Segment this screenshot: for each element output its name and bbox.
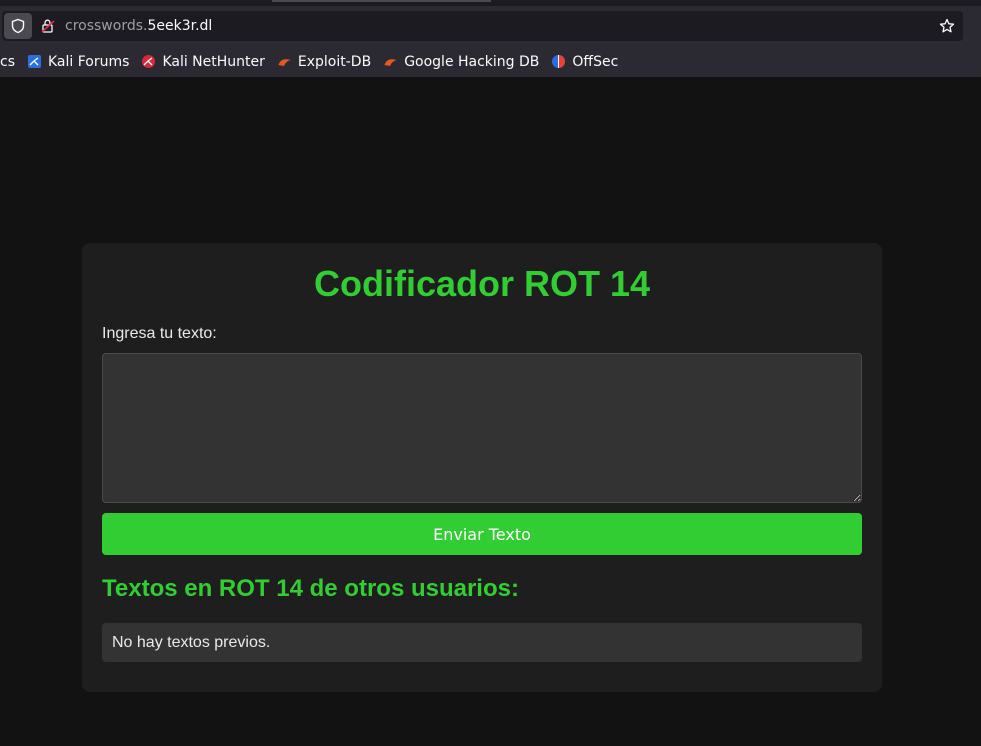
- bookmark-cs[interactable]: cs: [0, 54, 15, 70]
- bookmark-label: Kali NetHunter: [162, 53, 265, 70]
- url-domain: 5eek3r.dl: [147, 18, 213, 34]
- kali-nethunter-icon: [141, 54, 156, 69]
- url-text[interactable]: crosswords.5eek3r.dl: [65, 18, 212, 34]
- bookmark-star-icon[interactable]: [937, 16, 957, 36]
- bookmark-exploit-db[interactable]: Exploit-DB: [277, 54, 371, 70]
- bookmark-label: cs: [0, 53, 15, 70]
- previous-texts-list: No hay textos previos.: [102, 623, 862, 662]
- tracking-protection-shield-icon[interactable]: [4, 13, 32, 39]
- google-hacking-db-icon: [383, 54, 398, 69]
- insecure-lock-icon[interactable]: [37, 15, 59, 37]
- exploit-db-icon: [277, 54, 292, 69]
- previous-texts-heading: Textos en ROT 14 de otros usuarios:: [102, 575, 519, 602]
- active-tab-indicator[interactable]: [272, 0, 491, 2]
- bookmark-label: Google Hacking DB: [404, 53, 540, 70]
- bookmark-label: Exploit-DB: [297, 53, 372, 70]
- kali-forums-icon: [27, 54, 42, 69]
- offsec-icon: [551, 54, 566, 69]
- input-label: Ingresa tu texto:: [102, 325, 217, 342]
- encoder-card: Codificador ROT 14 Ingresa tu texto: Env…: [82, 243, 882, 692]
- bookmark-label: Kali Forums: [48, 53, 130, 70]
- text-input[interactable]: [102, 353, 862, 503]
- submit-text-button[interactable]: Enviar Texto: [102, 513, 862, 555]
- navigation-toolbar: crosswords.5eek3r.dl: [0, 6, 981, 46]
- bookmark-kali-forums[interactable]: Kali Forums: [27, 54, 129, 70]
- url-subdomain: crosswords.: [65, 18, 148, 34]
- bookmark-google-hacking-db[interactable]: Google Hacking DB: [383, 54, 539, 70]
- page-content: Codificador ROT 14 Ingresa tu texto: Env…: [0, 77, 981, 746]
- bookmarks-toolbar: cs Kali Forums Kali NetHunter Exploit-DB: [0, 46, 981, 77]
- bookmark-offsec[interactable]: OffSec: [551, 54, 618, 70]
- url-bar[interactable]: crosswords.5eek3r.dl: [2, 11, 963, 41]
- bookmark-kali-nethunter[interactable]: Kali NetHunter: [141, 53, 265, 70]
- bookmark-label: OffSec: [572, 53, 619, 70]
- page-title: Codificador ROT 14: [313, 263, 651, 304]
- no-previous-texts-message: No hay textos previos.: [112, 633, 271, 651]
